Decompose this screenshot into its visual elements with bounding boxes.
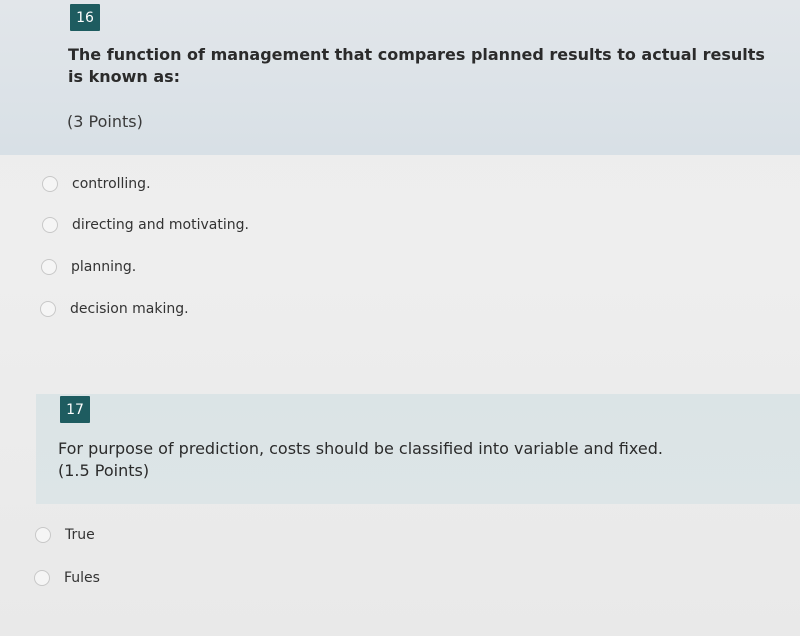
option-label: Fules bbox=[64, 570, 100, 586]
option-true[interactable]: True bbox=[35, 523, 95, 547]
radio-button[interactable] bbox=[41, 259, 57, 275]
question-16-header: 16 The function of management that compa… bbox=[0, 0, 800, 155]
option-controlling[interactable]: controlling. bbox=[42, 172, 151, 196]
option-label: controlling. bbox=[72, 176, 151, 192]
radio-button[interactable] bbox=[35, 527, 51, 543]
radio-button[interactable] bbox=[42, 217, 58, 233]
question-statement: For purpose of prediction, costs should … bbox=[58, 439, 663, 458]
question-text: For purpose of prediction, costs should … bbox=[58, 438, 758, 482]
option-planning[interactable]: planning. bbox=[41, 255, 136, 279]
radio-button[interactable] bbox=[40, 301, 56, 317]
question-points: (1.5 Points) bbox=[58, 461, 150, 480]
option-label: directing and motivating. bbox=[72, 217, 249, 233]
question-number-badge: 16 bbox=[70, 4, 100, 31]
question-number-badge: 17 bbox=[60, 396, 90, 423]
radio-button[interactable] bbox=[34, 570, 50, 586]
option-fules[interactable]: Fules bbox=[34, 566, 100, 590]
question-text: The function of management that compares… bbox=[68, 45, 765, 86]
question-17-header: 17 For purpose of prediction, costs shou… bbox=[36, 394, 800, 504]
option-directing-and-motivating[interactable]: directing and motivating. bbox=[42, 213, 249, 237]
radio-button[interactable] bbox=[42, 176, 58, 192]
option-decision-making[interactable]: decision making. bbox=[40, 297, 189, 321]
question-points: (3 Points) bbox=[67, 112, 143, 131]
option-label: decision making. bbox=[70, 301, 189, 317]
option-label: True bbox=[65, 527, 95, 543]
option-label: planning. bbox=[71, 259, 137, 275]
